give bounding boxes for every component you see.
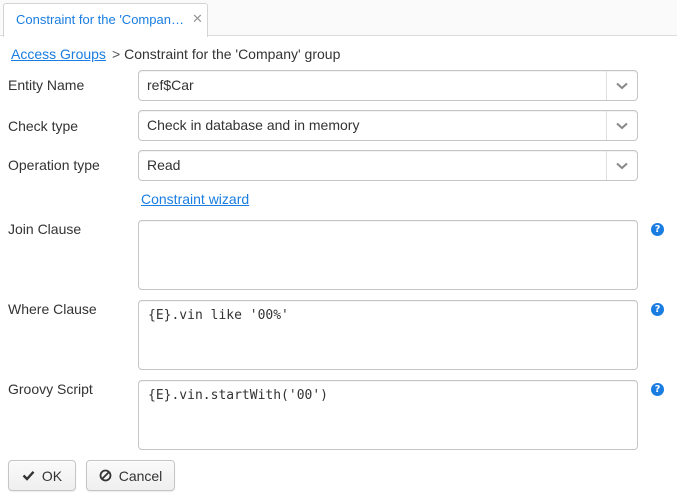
operation-type-field[interactable]: Read	[138, 150, 638, 181]
help-icon[interactable]: ?	[651, 383, 664, 396]
tab-constraint[interactable]: Constraint for the 'Company' group ✕	[3, 3, 208, 37]
breadcrumb-link-access-groups[interactable]: Access Groups	[11, 46, 106, 62]
chevron-down-icon[interactable]	[606, 111, 637, 140]
operation-type-value: Read	[147, 157, 181, 173]
close-icon[interactable]: ✕	[192, 11, 203, 27]
breadcrumb: Access Groups > Constraint for the 'Compan…	[11, 46, 340, 62]
join-clause-textarea[interactable]	[138, 220, 638, 290]
chevron-down-icon[interactable]	[606, 151, 637, 180]
help-icon[interactable]: ?	[651, 303, 664, 316]
cancel-button-label: Cancel	[118, 467, 163, 484]
cancel-button[interactable]: Cancel	[86, 460, 175, 491]
tab-title[interactable]: Constraint for the 'Company' group	[16, 12, 186, 27]
check-type-field[interactable]: Check in database and in memory	[138, 110, 638, 141]
check-icon	[22, 470, 35, 481]
help-icon[interactable]: ?	[651, 223, 664, 236]
ban-icon	[99, 469, 112, 482]
breadcrumb-separator: >	[111, 46, 121, 62]
check-type-label: Check type	[8, 118, 79, 134]
groovy-script-textarea[interactable]: {E}.vin.startWith('00')	[138, 380, 638, 450]
constraint-wizard-link[interactable]: Constraint wizard	[141, 191, 249, 207]
tab-bar: Constraint for the 'Company' group ✕	[0, 0, 677, 37]
ok-button[interactable]: OK	[8, 460, 76, 491]
where-clause-value: {E}.vin like '00%'	[148, 308, 289, 323]
groovy-script-label: Groovy Script	[8, 381, 93, 397]
where-clause-textarea[interactable]: {E}.vin like '00%'	[138, 300, 638, 370]
groovy-script-value: {E}.vin.startWith('00')	[148, 388, 329, 403]
operation-type-label: Operation type	[8, 157, 100, 173]
check-type-value: Check in database and in memory	[147, 117, 360, 133]
entity-name-label: Entity Name	[8, 77, 85, 93]
breadcrumb-current: Constraint for the 'Company' group	[124, 46, 341, 62]
entity-name-field[interactable]: ref$Car	[138, 70, 638, 101]
where-clause-label: Where Clause	[8, 301, 97, 317]
ok-button-label: OK	[41, 467, 63, 484]
chevron-down-icon[interactable]	[606, 71, 637, 100]
entity-name-value: ref$Car	[147, 77, 194, 93]
join-clause-label: Join Clause	[8, 221, 82, 237]
